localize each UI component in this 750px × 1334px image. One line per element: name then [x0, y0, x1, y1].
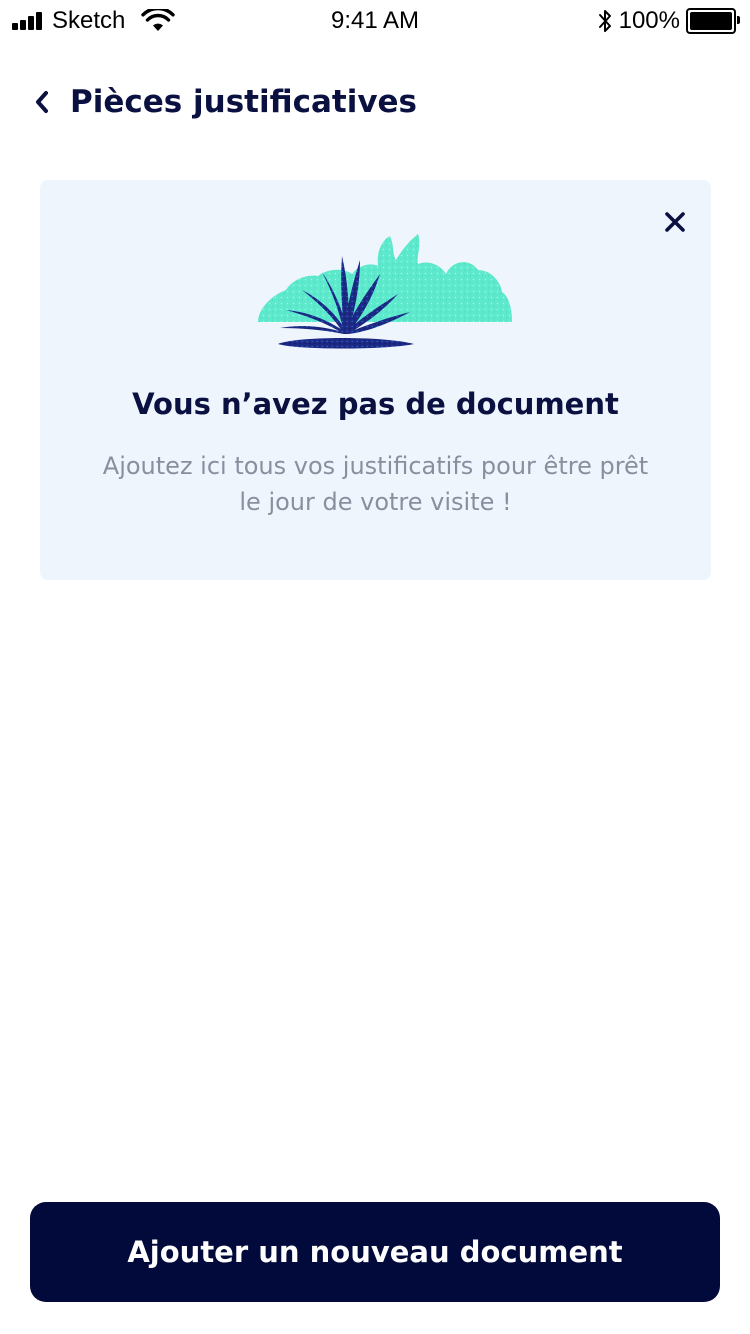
header: Pièces justificatives [0, 74, 750, 130]
close-button[interactable] [657, 204, 693, 240]
battery-percent: 100% [618, 7, 680, 34]
back-button[interactable] [24, 84, 60, 120]
add-document-button[interactable]: Ajouter un nouveau document [30, 1202, 720, 1302]
status-right: 100% [597, 6, 740, 36]
close-icon [665, 212, 685, 232]
empty-state-title: Vous n’avez pas de document [132, 387, 619, 421]
plant-illustration [258, 234, 512, 349]
battery-icon [686, 8, 740, 34]
status-bar: Sketch 9:41 AM 100% [0, 0, 750, 40]
empty-state-description: Ajoutez ici tous vos justificatifs pour … [102, 452, 649, 516]
page-title: Pièces justificatives [70, 84, 418, 120]
bluetooth-icon [598, 10, 611, 32]
chevron-left-icon [36, 91, 48, 113]
empty-state-card: Vous n’avez pas de document Ajoutez ici … [40, 180, 711, 580]
